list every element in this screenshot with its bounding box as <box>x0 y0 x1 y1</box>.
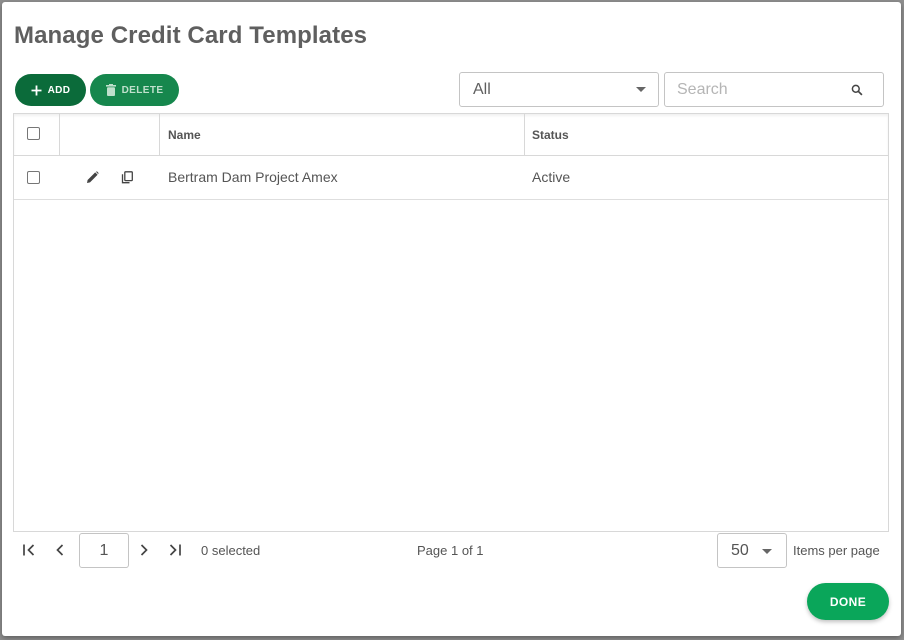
templates-grid: Name Status Bertram Dam Project Amex Act… <box>13 113 889 532</box>
search-box <box>664 72 884 107</box>
items-per-page-label: Items per page <box>793 543 880 558</box>
dialog-title: Manage Credit Card Templates <box>14 22 368 49</box>
status-filter-select[interactable]: All <box>459 72 659 107</box>
column-divider <box>159 114 160 156</box>
row-checkbox[interactable] <box>27 171 40 184</box>
done-button-label: DONE <box>829 594 867 609</box>
row-name: Bertram Dam Project Amex <box>168 169 338 185</box>
copy-icon[interactable] <box>121 171 134 184</box>
caret-down-icon <box>636 87 646 92</box>
delete-button-label: DELETE <box>121 84 164 96</box>
pencil-icon[interactable] <box>86 171 99 184</box>
column-header-status[interactable]: Status <box>532 128 569 142</box>
row-status: Active <box>532 169 571 185</box>
first-page-icon[interactable] <box>22 543 36 557</box>
done-button[interactable]: DONE <box>807 583 889 620</box>
items-per-page-value: 50 <box>731 541 749 559</box>
page-number-value: 1 <box>99 541 109 559</box>
plus-icon <box>31 85 42 96</box>
column-divider <box>59 114 60 156</box>
column-divider <box>524 114 525 156</box>
last-page-icon[interactable] <box>168 543 182 557</box>
pagination-bar: 1 0 selected Page 1 of 1 50 Items per pa… <box>13 532 891 572</box>
search-input[interactable] <box>677 79 842 101</box>
manage-templates-dialog: Manage Credit Card Templates ADD DELETE … <box>2 2 901 636</box>
grid-header: Name Status <box>14 114 888 156</box>
column-header-name[interactable]: Name <box>168 128 201 142</box>
add-button-label: ADD <box>47 84 71 96</box>
status-filter-value: All <box>473 80 491 98</box>
caret-down-icon <box>762 549 772 554</box>
add-button[interactable]: ADD <box>15 74 86 106</box>
chevron-left-icon[interactable] <box>55 543 65 557</box>
delete-button[interactable]: DELETE <box>90 74 179 106</box>
select-all-checkbox[interactable] <box>27 127 40 140</box>
selected-count: 0 selected <box>201 543 261 558</box>
items-per-page-select[interactable]: 50 <box>717 533 787 568</box>
search-icon[interactable] <box>851 83 863 101</box>
page-info: Page 1 of 1 <box>417 543 484 558</box>
chevron-right-icon[interactable] <box>139 543 149 557</box>
page-number-input[interactable]: 1 <box>79 533 129 568</box>
table-row[interactable]: Bertram Dam Project Amex Active <box>14 156 888 200</box>
trash-icon <box>105 84 116 96</box>
